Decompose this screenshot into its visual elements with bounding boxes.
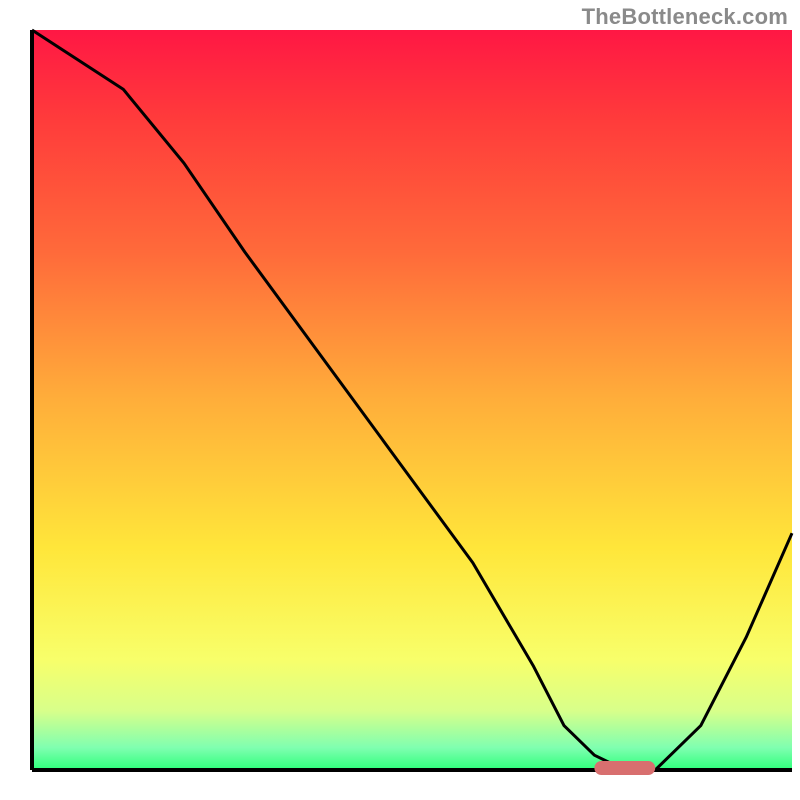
watermark-text: TheBottleneck.com: [582, 4, 788, 30]
chart-svg: [0, 0, 800, 800]
chart-gradient-bg: [32, 30, 792, 770]
bottleneck-chart: [0, 0, 800, 800]
optimal-marker: [594, 761, 655, 775]
